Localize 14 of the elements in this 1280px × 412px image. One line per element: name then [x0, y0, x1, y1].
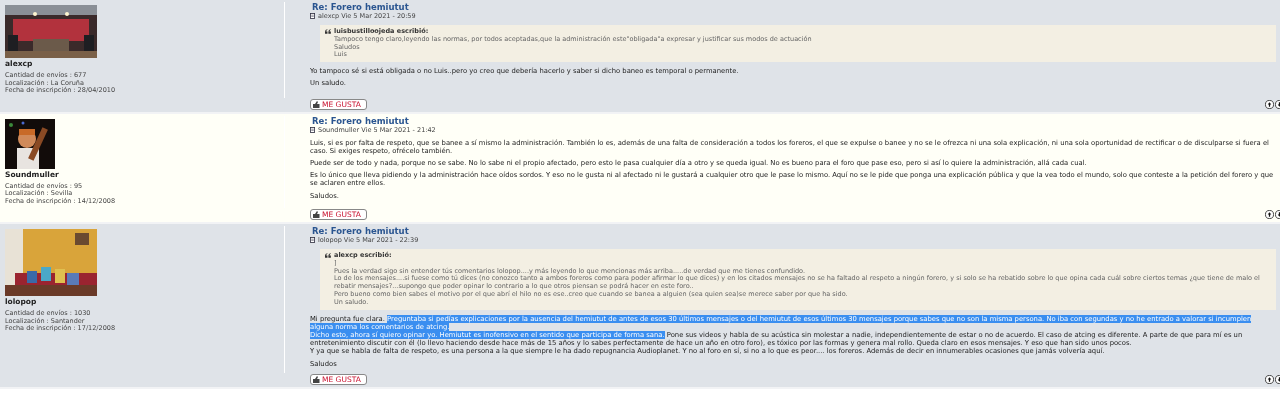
post-title[interactable]: Re: Forero hemiutut	[310, 2, 1276, 12]
quote-icon	[325, 253, 331, 259]
thumbs-up-icon	[312, 211, 320, 218]
up-arrow-icon[interactable]	[1265, 99, 1274, 109]
up-arrow-icon[interactable]	[1265, 210, 1274, 219]
up-arrow-icon[interactable]	[1265, 374, 1274, 384]
thumbs-up-icon	[312, 100, 320, 108]
document-icon	[310, 237, 315, 243]
post-title[interactable]: Re: Forero hemiutut	[310, 226, 1276, 236]
post-title[interactable]: Re: Forero hemiutut	[310, 115, 1276, 126]
document-icon	[310, 13, 315, 19]
quote-icon	[325, 29, 331, 35]
thumbs-up-icon	[312, 375, 320, 383]
document-icon	[310, 126, 315, 133]
